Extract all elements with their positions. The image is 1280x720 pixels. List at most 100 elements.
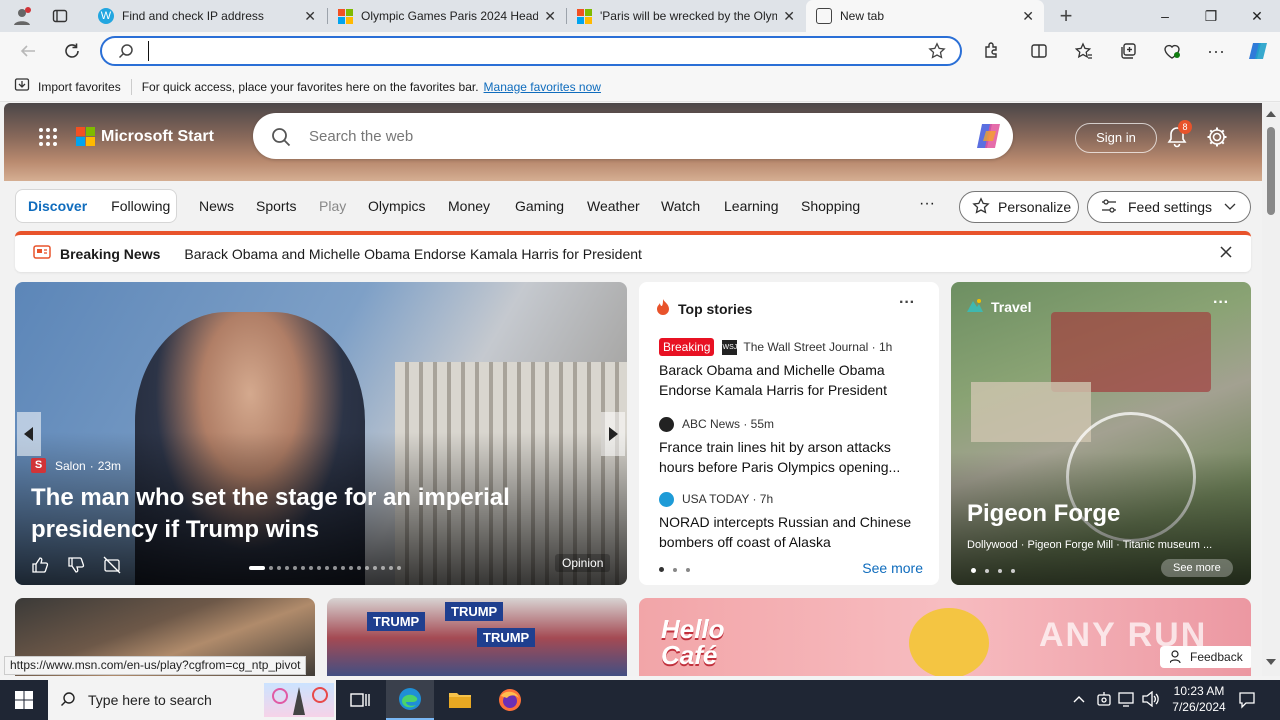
address-input[interactable]	[148, 41, 908, 61]
top-story-item[interactable]: USA TODAY · 7h NORAD intercepts Russian …	[659, 490, 919, 552]
taskbar-search-box[interactable]: Type here to search	[48, 680, 336, 720]
nav-sports[interactable]: Sports	[256, 198, 296, 214]
feedback-button[interactable]: Feedback	[1160, 646, 1251, 668]
restore-button[interactable]: ❐	[1188, 0, 1234, 32]
ad-card-hello-cafe[interactable]: Hello Café ANY RUN Feedback	[639, 598, 1251, 676]
breaking-news-headline[interactable]: Barack Obama and Michelle Obama Endorse …	[184, 246, 642, 262]
nav-olympics[interactable]: Olympics	[368, 198, 426, 214]
import-favorites-button[interactable]: Import favorites	[38, 80, 121, 94]
page-scrollbar[interactable]	[1262, 103, 1280, 676]
browser-essentials-icon[interactable]	[1156, 35, 1188, 67]
carousel-dot[interactable]	[309, 566, 313, 570]
tab-ip-check[interactable]: W Find and check IP address ✕	[88, 0, 326, 32]
nav-gaming[interactable]: Gaming	[515, 198, 564, 214]
tab-new-tab[interactable]: New tab ✕	[806, 0, 1044, 32]
app-launcher-icon[interactable]	[38, 127, 58, 150]
close-icon[interactable]	[1219, 245, 1233, 262]
tab-discover[interactable]: Discover	[28, 198, 87, 214]
carousel-dot[interactable]	[373, 566, 377, 570]
tab-olympics-headlines[interactable]: Olympic Games Paris 2024 Headl ✕	[328, 0, 566, 32]
carousel-next-button[interactable]	[601, 412, 625, 456]
feed-settings-button[interactable]: Feed settings	[1087, 191, 1251, 223]
copilot-icon[interactable]	[973, 121, 1005, 154]
web-search-box[interactable]: Search the web	[253, 113, 1013, 159]
file-explorer-icon[interactable]	[436, 680, 484, 720]
top-story-item[interactable]: ABC News · 55m France train lines hit by…	[659, 415, 919, 477]
back-button[interactable]	[12, 35, 44, 67]
carousel-dot[interactable]	[397, 566, 401, 570]
carousel-dot[interactable]	[341, 566, 345, 570]
scroll-down-arrow[interactable]	[1266, 659, 1276, 665]
settings-gear-icon[interactable]	[1206, 126, 1228, 151]
volume-icon[interactable]	[1142, 690, 1160, 710]
collections-icon[interactable]	[1112, 35, 1144, 67]
close-tab-icon[interactable]: ✕	[304, 8, 316, 25]
minimize-button[interactable]: –	[1142, 0, 1188, 32]
pager-dot[interactable]	[686, 567, 690, 572]
news-card-rally[interactable]: TRUMP TRUMP TRUMP	[327, 598, 627, 676]
nav-learning[interactable]: Learning	[724, 198, 779, 214]
thumbs-up-icon[interactable]	[31, 556, 49, 577]
thumbs-down-icon[interactable]	[67, 556, 85, 577]
scroll-thumb[interactable]	[1267, 127, 1275, 215]
hide-story-icon[interactable]	[103, 556, 121, 577]
nav-play[interactable]: Play	[319, 198, 346, 214]
action-center-icon[interactable]	[1238, 691, 1256, 712]
see-more-link[interactable]: See more	[862, 560, 923, 576]
import-favorites-icon[interactable]	[14, 77, 30, 96]
extensions-icon[interactable]	[975, 35, 1007, 67]
story-headline[interactable]: The man who set the stage for an imperia…	[31, 482, 591, 546]
new-tab-button[interactable]: +	[1050, 0, 1082, 32]
nav-news[interactable]: News	[199, 198, 234, 214]
main-story-card[interactable]: S Salon · 23m The man who set the stage …	[15, 282, 627, 585]
tab-paris-wrecked[interactable]: 'Paris will be wrecked by the Olym ✕	[567, 0, 805, 32]
carousel-dot[interactable]	[249, 566, 265, 570]
breaking-news-bar[interactable]: Breaking News Barack Obama and Michelle …	[15, 231, 1251, 272]
task-view-icon[interactable]	[336, 680, 384, 720]
manage-favorites-link[interactable]: Manage favorites now	[484, 80, 601, 94]
nav-more-button[interactable]: ···	[919, 195, 935, 213]
pager-dot[interactable]	[659, 567, 664, 572]
split-screen-icon[interactable]	[1023, 35, 1055, 67]
carousel-dot[interactable]	[365, 566, 369, 570]
close-window-button[interactable]: ✕	[1234, 0, 1280, 32]
story-headline[interactable]: NORAD intercepts Russian and Chinese bom…	[659, 512, 919, 552]
close-tab-icon[interactable]: ✕	[544, 8, 556, 25]
copilot-icon[interactable]	[1242, 35, 1274, 67]
story-headline[interactable]: France train lines hit by arson attacks …	[659, 437, 919, 477]
nav-weather[interactable]: Weather	[587, 198, 640, 214]
edge-taskbar-icon[interactable]	[386, 680, 434, 720]
carousel-dot[interactable]	[325, 566, 329, 570]
pager-dot[interactable]	[673, 567, 677, 572]
refresh-button[interactable]	[56, 35, 88, 67]
network-icon[interactable]	[1118, 691, 1136, 710]
security-tray-icon[interactable]	[1096, 691, 1112, 710]
carousel-dot[interactable]	[285, 566, 289, 570]
clock[interactable]: 10:23 AM 7/26/2024	[1166, 683, 1232, 715]
story-headline[interactable]: Barack Obama and Michelle Obama Endorse …	[659, 360, 919, 400]
address-bar[interactable]	[100, 36, 962, 66]
carousel-dot[interactable]	[357, 566, 361, 570]
start-button[interactable]	[0, 680, 48, 720]
top-story-item[interactable]: Breaking WSJ The Wall Street Journal · 1…	[659, 338, 919, 400]
more-options-icon[interactable]: ···	[1213, 294, 1229, 312]
microsoft-start-logo[interactable]: Microsoft Start	[76, 127, 214, 146]
carousel-dot[interactable]	[349, 566, 353, 570]
close-tab-icon[interactable]: ✕	[1022, 8, 1034, 25]
nav-shopping[interactable]: Shopping	[801, 198, 860, 214]
show-hidden-icons-chevron-icon[interactable]	[1072, 692, 1086, 709]
tab-following[interactable]: Following	[111, 198, 170, 214]
carousel-dot[interactable]	[301, 566, 305, 570]
carousel-dot[interactable]	[277, 566, 281, 570]
tab-actions-icon[interactable]	[44, 0, 76, 32]
favorites-icon[interactable]	[1068, 35, 1100, 67]
settings-more-icon[interactable]: ···	[1200, 35, 1232, 67]
scroll-up-arrow[interactable]	[1266, 111, 1276, 117]
carousel-prev-button[interactable]	[17, 412, 41, 456]
sign-in-button[interactable]: Sign in	[1075, 123, 1157, 153]
carousel-dot[interactable]	[269, 566, 273, 570]
carousel-dot[interactable]	[389, 566, 393, 570]
carousel-dot[interactable]	[333, 566, 337, 570]
carousel-dot[interactable]	[293, 566, 297, 570]
nav-money[interactable]: Money	[448, 198, 490, 214]
